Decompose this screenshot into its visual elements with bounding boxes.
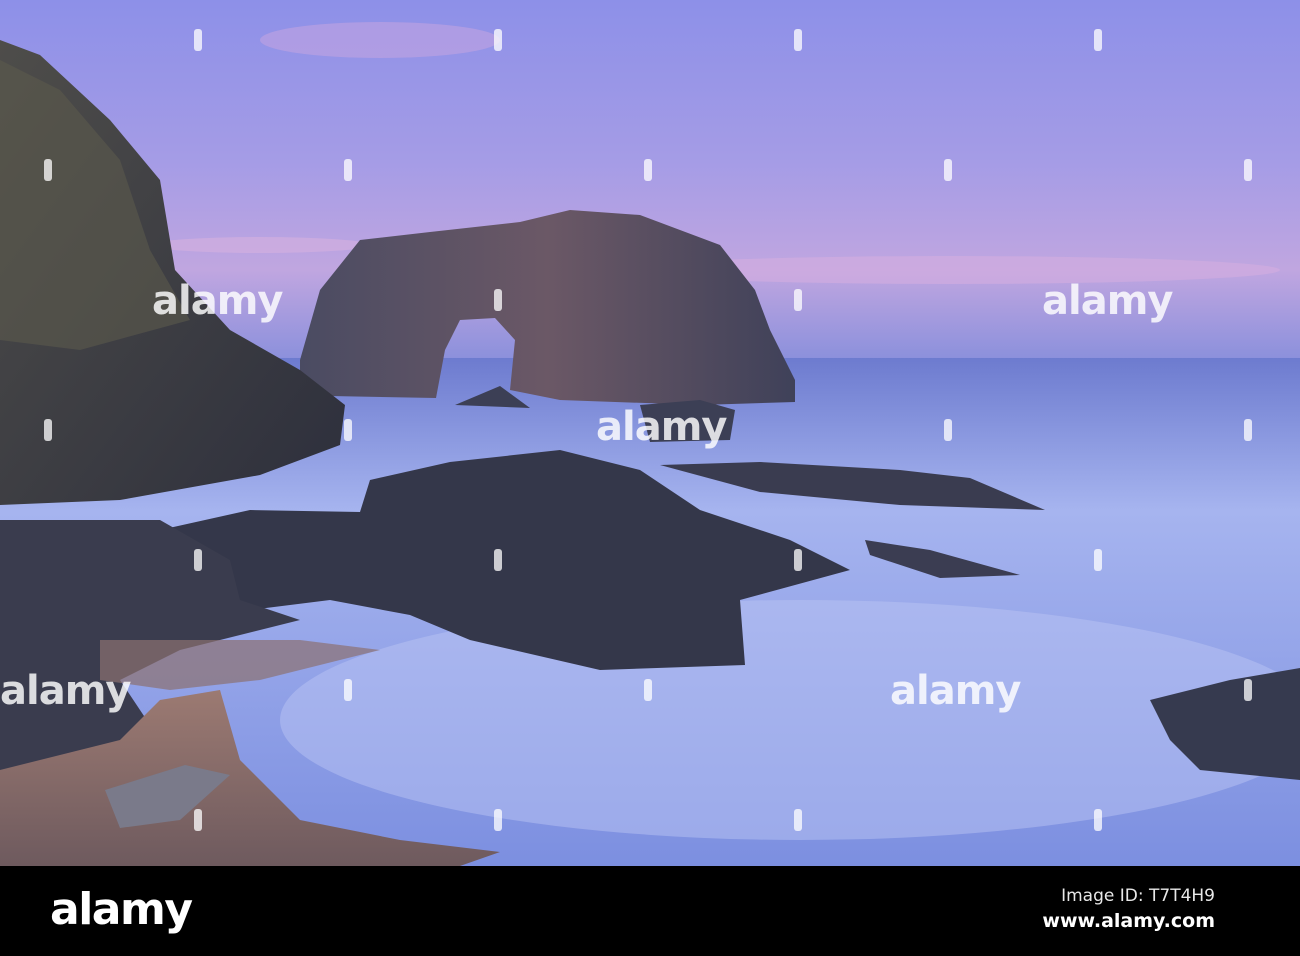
watermark-dot [194, 549, 202, 571]
watermark-dot [494, 549, 502, 571]
watermark-dot [794, 29, 802, 51]
watermark-dot [344, 159, 352, 181]
watermark-dot [794, 289, 802, 311]
watermark-dot [194, 809, 202, 831]
watermark-dot [944, 159, 952, 181]
watermark: alamy [0, 668, 131, 714]
watermark-dot [494, 29, 502, 51]
site-url: www.alamy.com [1042, 910, 1215, 932]
watermark-dot [644, 159, 652, 181]
footer-bar: alamy Image ID: T7T4H9 www.alamy.com [0, 866, 1300, 956]
watermark-dot [44, 419, 52, 441]
watermark-dot [1244, 419, 1252, 441]
watermark-dot [344, 679, 352, 701]
alamy-logo: alamy [50, 884, 193, 935]
image-id: Image ID: T7T4H9 [1061, 886, 1215, 906]
watermark-dot [494, 289, 502, 311]
watermark-dot [44, 159, 52, 181]
watermark-dot [794, 809, 802, 831]
watermark: alamy [152, 278, 283, 324]
watermark-dot [1244, 679, 1252, 701]
watermark: alamy [1042, 278, 1173, 324]
watermark-dot [944, 419, 952, 441]
watermark-dot [1244, 159, 1252, 181]
watermark-dot [344, 419, 352, 441]
watermark-dot [1094, 809, 1102, 831]
watermark-dot [644, 679, 652, 701]
watermark-dot [794, 549, 802, 571]
watermark-dot [1094, 549, 1102, 571]
watermark: alamy [596, 404, 727, 450]
watermark-dot [494, 809, 502, 831]
watermark: alamy [890, 668, 1021, 714]
watermark-dot [1094, 29, 1102, 51]
watermark-dot [194, 29, 202, 51]
